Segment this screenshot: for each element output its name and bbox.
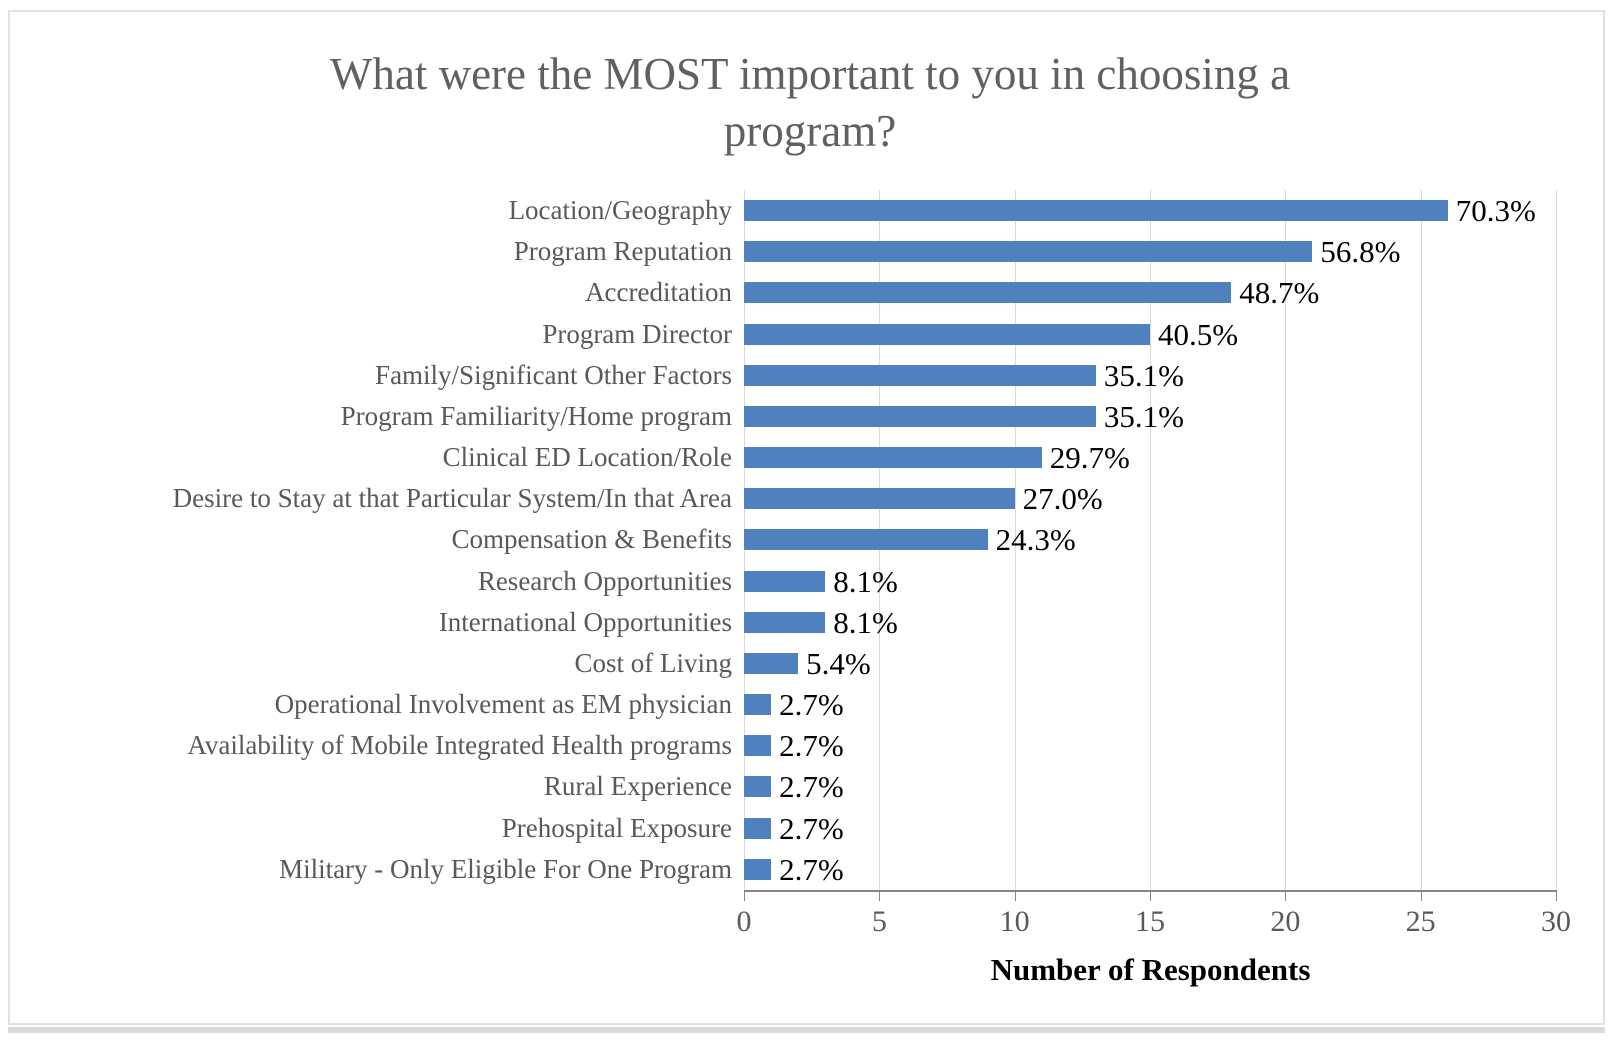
bar-row: 29.7% — [744, 437, 1556, 478]
category-label: Family/Significant Other Factors — [375, 359, 732, 390]
category-label: Accreditation — [585, 277, 732, 308]
bar-value-label: 5.4% — [806, 645, 871, 681]
caption-sliver — [0, 1040, 1616, 1052]
category-label: Prehospital Exposure — [501, 812, 732, 843]
bar-row: 8.1% — [744, 561, 1556, 602]
bar-value-label: 70.3% — [1455, 193, 1536, 228]
bar-row: 2.7% — [744, 808, 1556, 849]
bar-row: 2.7% — [744, 849, 1556, 890]
x-axis-tick — [879, 892, 881, 901]
bar-value-label: 2.7% — [779, 687, 844, 723]
category-label: Program Director — [542, 318, 732, 349]
bar-row: 2.7% — [744, 725, 1556, 766]
bar — [744, 611, 826, 633]
category-label: Program Familiarity/Home program — [340, 400, 732, 431]
bar — [744, 323, 1150, 345]
x-axis-tick-label: 10 — [999, 905, 1030, 938]
category-label: Program Reputation — [513, 236, 732, 267]
bar-value-label: 2.7% — [779, 851, 844, 887]
category-label: Military - Only Eligible For One Program — [279, 853, 732, 884]
x-axis-tick-label: 15 — [1135, 905, 1165, 938]
bar — [744, 405, 1096, 427]
bar — [744, 858, 772, 880]
category-label: Research Opportunities — [477, 565, 732, 596]
bar — [744, 776, 772, 798]
bar-row: 40.5% — [744, 314, 1556, 355]
x-axis-tick-label: 30 — [1541, 905, 1571, 938]
category-label: Compensation & Benefits — [451, 524, 732, 555]
bar — [744, 529, 988, 551]
x-axis-tick — [744, 892, 745, 901]
x-axis-tick — [1556, 892, 1557, 901]
bar-value-label: 35.1% — [1103, 357, 1184, 393]
category-label: Availability of Mobile Integrated Health… — [187, 730, 732, 761]
bar-value-label: 56.8% — [1320, 234, 1401, 270]
bar-row: 2.7% — [744, 766, 1556, 807]
frame-shadow — [8, 1027, 1605, 1033]
bar-row: 70.3% — [744, 190, 1556, 231]
bar-value-label: 29.7% — [1049, 440, 1130, 476]
bar-value-label: 35.1% — [1103, 398, 1184, 434]
bar-row: 24.3% — [744, 519, 1556, 560]
x-axis-title: Number of Respondents — [990, 952, 1311, 987]
x-axis-tick — [1285, 892, 1287, 901]
bar — [744, 694, 772, 716]
x-axis-tick — [1014, 892, 1016, 901]
bar-value-label: 8.1% — [833, 604, 898, 640]
bar-row: 48.7% — [744, 272, 1556, 313]
bar-value-label: 27.0% — [1022, 481, 1103, 517]
category-label: Cost of Living — [574, 647, 732, 678]
bar-row: 2.7% — [744, 684, 1556, 725]
bar-row: 56.8% — [744, 231, 1556, 272]
bar — [744, 817, 772, 839]
bar-row: 35.1% — [744, 396, 1556, 437]
bar — [744, 447, 1042, 469]
bar — [744, 570, 826, 592]
gridline — [1556, 190, 1557, 890]
bar — [744, 241, 1313, 263]
category-label: Location/Geography — [508, 195, 732, 225]
bar-value-label: 2.7% — [779, 769, 844, 805]
category-label: Clinical ED Location/Role — [442, 442, 732, 473]
bar-value-label: 24.3% — [995, 522, 1076, 558]
x-axis-tick-labels: 0 5 10 15 20 25 30 — [737, 905, 1572, 945]
bar — [744, 488, 1015, 510]
bar-value-label: 2.7% — [779, 728, 844, 764]
x-axis-tick — [1420, 892, 1422, 901]
category-label: Desire to Stay at that Particular System… — [172, 483, 732, 514]
bar-value-label: 40.5% — [1158, 316, 1239, 352]
bar — [744, 200, 1448, 221]
plot-wrap: Location/Geography Program Reputation Accr… — [10, 12, 1607, 1027]
bar-row: 8.1% — [744, 602, 1556, 643]
bar — [744, 652, 799, 674]
x-axis-tick-label: 25 — [1405, 905, 1436, 938]
bar-row: 35.1% — [744, 355, 1556, 396]
bar — [744, 735, 772, 757]
chart-frame: What were the MOST important to you in c… — [8, 10, 1605, 1025]
bar — [744, 364, 1096, 386]
x-axis-tick-label: 20 — [1270, 905, 1301, 938]
bar-value-label: 2.7% — [779, 810, 844, 846]
bar-row: 5.4% — [744, 643, 1556, 684]
category-label: Rural Experience — [543, 771, 732, 802]
plot-area: 70.3% 56.8% 48.7% 40.5% 35.1% 35.1% 29.7% 27.0%… — [744, 190, 1557, 890]
bar-value-label: 8.1% — [833, 563, 898, 599]
x-axis-tick-label: 5 — [871, 905, 887, 938]
x-axis-tick-label: 0 — [736, 905, 752, 938]
category-axis-labels: Location/Geography Program Reputation Accr… — [20, 190, 732, 890]
category-label: International Opportunities — [438, 606, 732, 637]
bar — [744, 282, 1232, 304]
x-axis-tick — [1150, 892, 1151, 901]
category-label: Operational Involvement as EM physician — [274, 689, 732, 720]
bar-row: 27.0% — [744, 478, 1556, 519]
bar-value-label: 48.7% — [1239, 275, 1320, 311]
